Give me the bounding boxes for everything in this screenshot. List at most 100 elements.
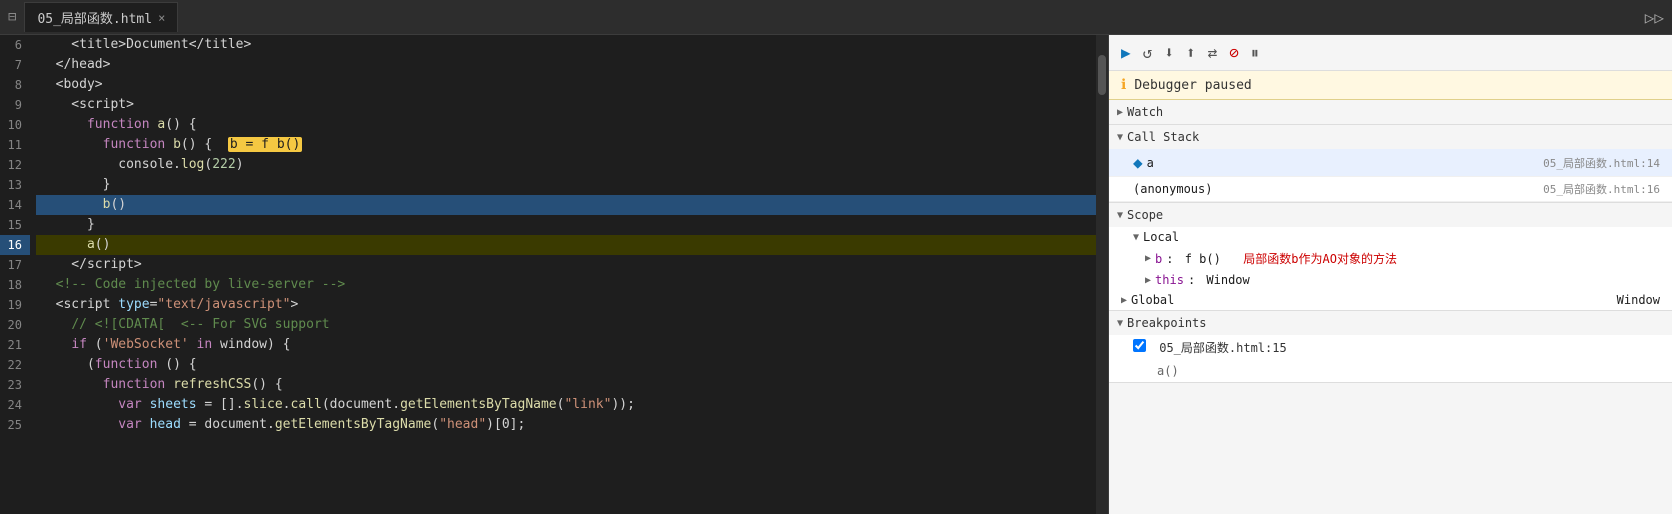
code-line-16[interactable]: a() — [36, 235, 1096, 255]
line-number-9: 9 — [0, 95, 30, 115]
breakpoint-checkbox-0[interactable] — [1133, 339, 1146, 352]
code-line-6[interactable]: <title>Document</title> — [36, 35, 1096, 55]
code-line-20[interactable]: // <![CDATA[ <-- For SVG support — [36, 315, 1096, 335]
scrollbar-thumb[interactable] — [1098, 55, 1106, 95]
scope-b-key: b — [1155, 252, 1162, 266]
editor-panel: 678910111213141516171819202122232425 <ti… — [0, 35, 1109, 514]
line-number-6: 6 — [0, 35, 30, 55]
code-line-18[interactable]: <!-- Code injected by live-server --> — [36, 275, 1096, 295]
code-line-13[interactable]: } — [36, 175, 1096, 195]
main-area: 678910111213141516171819202122232425 <ti… — [0, 35, 1672, 514]
scope-local-b[interactable]: ▶ b : f b() 局部函数b作为AO对象的方法 — [1109, 247, 1672, 270]
scrollbar[interactable] — [1096, 35, 1108, 514]
debugger-panel: ▶ ↺ ⬇ ⬆ ⇄ ⊘ ⏸ ℹ Debugger paused ▶ Watch … — [1109, 35, 1672, 514]
watch-label: Watch — [1127, 105, 1163, 119]
scope-triangle: ▼ — [1117, 210, 1123, 221]
code-content[interactable]: <title>Document</title> </head> <body> <… — [36, 35, 1096, 514]
scope-b-value: f b() — [1185, 252, 1221, 266]
scope-content: ▼ Local ▶ b : f b() 局部函数b作为AO对象的方法 ▶ thi… — [1109, 227, 1672, 310]
tab-bar: ⊟ 05_局部函数.html × ▷▷ — [0, 0, 1672, 35]
tab-label: 05_局部函数.html — [37, 8, 152, 27]
step-over-button[interactable]: ↺ — [1143, 43, 1153, 62]
code-line-7[interactable]: </head> — [36, 55, 1096, 75]
scope-global-value: Window — [1617, 293, 1660, 307]
code-line-11[interactable]: function b() { b = f b() — [36, 135, 1096, 155]
code-line-25[interactable]: var head = document.getElementsByTagName… — [36, 415, 1096, 435]
editor-tab[interactable]: 05_局部函数.html × — [24, 2, 178, 32]
b-triangle: ▶ — [1145, 253, 1151, 264]
scope-header[interactable]: ▼ Scope — [1109, 203, 1672, 227]
call-stack-label: Call Stack — [1127, 130, 1199, 144]
warning-icon: ℹ — [1121, 77, 1126, 93]
code-lines: 678910111213141516171819202122232425 <ti… — [0, 35, 1108, 514]
line-number-10: 10 — [0, 115, 30, 135]
scope-global-row[interactable]: ▶ Global Window — [1109, 290, 1672, 310]
breakpoint-item-0: 05_局部函数.html:15 — [1109, 335, 1672, 360]
scope-b-colon: : — [1166, 252, 1180, 266]
code-line-12[interactable]: console.log(222) — [36, 155, 1096, 175]
line-number-11: 11 — [0, 135, 30, 155]
code-line-19[interactable]: <script type="text/javascript"> — [36, 295, 1096, 315]
breakpoints-content: 05_局部函数.html:15 a() — [1109, 335, 1672, 382]
scope-b-comment: 局部函数b作为AO对象的方法 — [1243, 250, 1397, 267]
code-line-10[interactable]: function a() { — [36, 115, 1096, 135]
code-line-9[interactable]: <script> — [36, 95, 1096, 115]
line-number-18: 18 — [0, 275, 30, 295]
watch-section-header[interactable]: ▶ Watch — [1109, 100, 1672, 124]
code-line-17[interactable]: </script> — [36, 255, 1096, 275]
line-number-22: 22 — [0, 355, 30, 375]
line-number-19: 19 — [0, 295, 30, 315]
debugger-paused-banner: ℹ Debugger paused — [1109, 71, 1672, 100]
breakpoints-label: Breakpoints — [1127, 316, 1206, 330]
scope-this-key: this — [1155, 273, 1184, 287]
code-line-15[interactable]: } — [36, 215, 1096, 235]
resume-button[interactable]: ▶ — [1121, 43, 1131, 62]
tab-close-button[interactable]: × — [158, 11, 165, 25]
code-line-22[interactable]: (function () { — [36, 355, 1096, 375]
call-stack-name-a: ◆ a — [1133, 153, 1154, 172]
code-line-14[interactable]: b() — [36, 195, 1096, 215]
line-number-21: 21 — [0, 335, 30, 355]
breakpoints-header[interactable]: ▼ Breakpoints — [1109, 311, 1672, 335]
code-line-8[interactable]: <body> — [36, 75, 1096, 95]
line-number-15: 15 — [0, 215, 30, 235]
line-number-24: 24 — [0, 395, 30, 415]
call-stack-fn-a: a — [1147, 156, 1154, 170]
call-stack-triangle: ▼ — [1117, 132, 1123, 143]
local-triangle: ▼ — [1133, 232, 1139, 243]
panel-icon[interactable]: ⊟ — [8, 9, 16, 25]
call-stack-loc-a: 05_局部函数.html:14 — [1543, 155, 1660, 171]
watch-section: ▶ Watch — [1109, 100, 1672, 125]
split-editor-icon[interactable]: ▷▷ — [1645, 8, 1664, 27]
pause-button[interactable]: ⏸ — [1251, 43, 1259, 63]
step-out-button[interactable]: ⬆ — [1186, 43, 1196, 62]
code-line-23[interactable]: function refreshCSS() { — [36, 375, 1096, 395]
line-number-14: 14 — [0, 195, 30, 215]
scope-local-label: Local — [1143, 230, 1179, 244]
line-number-16: 16 — [0, 235, 30, 255]
code-line-21[interactable]: if ('WebSocket' in window) { — [36, 335, 1096, 355]
editor-toolbar: ▷▷ — [1645, 8, 1664, 27]
breakpoints-triangle: ▼ — [1117, 318, 1123, 329]
call-stack-item-a[interactable]: ◆ a 05_局部函数.html:14 — [1109, 149, 1672, 177]
step-button[interactable]: ⇄ — [1208, 43, 1218, 62]
line-number-23: 23 — [0, 375, 30, 395]
breakpoints-section: ▼ Breakpoints 05_局部函数.html:15 a() — [1109, 311, 1672, 383]
breakpoint-file-0: 05_局部函数.html:15 — [1159, 341, 1286, 355]
call-stack-item-anonymous[interactable]: (anonymous) 05_局部函数.html:16 — [1109, 177, 1672, 202]
breakpoint-code-text-0: a() — [1157, 364, 1179, 378]
scope-local-this[interactable]: ▶ this : Window — [1109, 270, 1672, 290]
scope-this-colon: : — [1188, 273, 1202, 287]
call-stack-section: ▼ Call Stack ◆ a 05_局部函数.html:14 (anonym… — [1109, 125, 1672, 203]
line-numbers: 678910111213141516171819202122232425 — [0, 35, 36, 514]
call-stack-header[interactable]: ▼ Call Stack — [1109, 125, 1672, 149]
line-number-25: 25 — [0, 415, 30, 435]
line-number-7: 7 — [0, 55, 30, 75]
line-number-12: 12 — [0, 155, 30, 175]
record-button[interactable]: ⊘ — [1229, 43, 1239, 62]
line-number-20: 20 — [0, 315, 30, 335]
code-line-24[interactable]: var sheets = [].slice.call(document.getE… — [36, 395, 1096, 415]
scope-local-header[interactable]: ▼ Local — [1109, 227, 1672, 247]
this-triangle: ▶ — [1145, 275, 1151, 286]
step-into-button[interactable]: ⬇ — [1164, 43, 1174, 62]
